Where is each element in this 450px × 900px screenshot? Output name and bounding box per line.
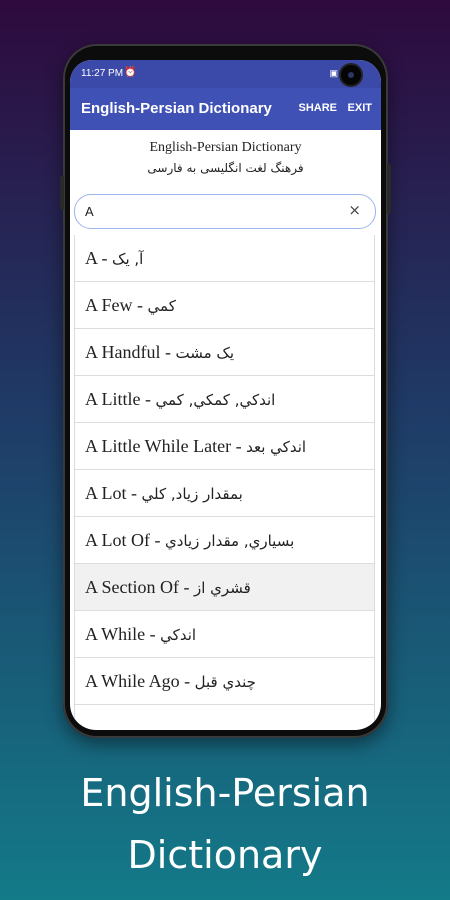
entry-separator: -	[132, 295, 148, 315]
entry-english: A Little	[85, 389, 141, 409]
search-box[interactable]: ×	[74, 194, 376, 229]
entry-persian: اندکي بعد	[246, 438, 307, 456]
entry-persian: قشري از	[194, 579, 251, 597]
entry-persian: اندکي	[160, 626, 197, 644]
app-screen: 11:27 PM ⏰ ▣ ▾ English-Persian Dictionar…	[70, 60, 381, 730]
list-item[interactable]: A While Ago - چندي قبل	[75, 658, 374, 705]
search-input[interactable]	[85, 201, 340, 221]
camera-cutout	[341, 65, 361, 85]
entry-separator: -	[140, 389, 156, 409]
clear-icon[interactable]: ×	[348, 201, 361, 219]
list-item[interactable]: A Lot - بمقدار زياد, کلي	[75, 470, 374, 517]
entry-persian: اندکي, کمکي, کمي	[155, 391, 276, 409]
entry-persian: بسياري, مقدار زيادي	[165, 532, 295, 550]
entry-english: A Lot	[85, 483, 127, 503]
entry-english: A While Ago	[85, 671, 180, 691]
volume-button	[60, 176, 64, 210]
list-item[interactable]: A Little While Later - اندکي بعد	[75, 423, 374, 470]
entry-separator: -	[231, 436, 247, 456]
status-bar: 11:27 PM ⏰ ▣ ▾	[70, 60, 381, 88]
entry-english: A While	[85, 624, 146, 644]
share-button[interactable]: SHARE	[298, 102, 337, 114]
word-list[interactable]: A - آ, یک A Few - کمي A Handful - یک مشت A …	[74, 235, 375, 730]
entry-separator: -	[160, 342, 176, 362]
entry-english: A Little While Later	[85, 436, 232, 456]
list-item[interactable]: A Few - کمي	[75, 282, 374, 329]
app-title: English-Persian Dictionary	[81, 100, 272, 117]
phone-frame: 11:27 PM ⏰ ▣ ▾ English-Persian Dictionar…	[60, 44, 391, 738]
entry-separator: -	[179, 671, 195, 691]
entry-separator: -	[145, 624, 161, 644]
entry-persian: کمي	[147, 297, 176, 315]
dictionary-title-english: English-Persian Dictionary	[149, 140, 302, 155]
entry-english: A Few	[85, 295, 133, 315]
entry-persian: چندي قبل	[194, 673, 256, 691]
app-toolbar: English-Persian Dictionary SHARE EXIT	[70, 88, 381, 130]
entry-english: A Section Of	[85, 577, 179, 597]
entry-persian: یک مشت	[175, 344, 235, 362]
entry-separator: -	[179, 577, 194, 597]
entry-separator: -	[150, 530, 165, 550]
list-item[interactable]: A Little - اندکي, کمکي, کمي	[75, 376, 374, 423]
entry-persian: بمقدار زياد, کلي	[141, 485, 243, 503]
list-item[interactable]: A Lot Of - بسياري, مقدار زيادي	[75, 517, 374, 564]
list-item[interactable]: A Handful - یک مشت	[75, 329, 374, 376]
entry-persian: آ, یک	[112, 250, 144, 268]
status-time: 11:27 PM	[81, 68, 124, 79]
list-item[interactable]: A Section Of - قشري از	[75, 564, 374, 611]
power-button	[387, 164, 391, 214]
list-item[interactable]: A While - اندکي	[75, 611, 374, 658]
caption-line-1: English-Persian	[80, 771, 370, 815]
caption-line-2: Dictionary	[127, 833, 323, 877]
entry-english: A Handful	[85, 342, 161, 362]
entry-separator: -	[97, 248, 113, 268]
exit-button[interactable]: EXIT	[348, 102, 372, 114]
dictionary-title-persian: فرهنگ لغت انگلیسی به فارسی	[147, 161, 304, 175]
list-item[interactable]: A - آ, یک	[75, 235, 374, 282]
entry-english: A	[85, 248, 98, 268]
promo-caption: English-Persian Dictionary	[0, 762, 450, 886]
entry-english: A Lot Of	[85, 530, 150, 550]
alarm-icon: ⏰	[124, 67, 137, 78]
entry-separator: -	[126, 483, 142, 503]
